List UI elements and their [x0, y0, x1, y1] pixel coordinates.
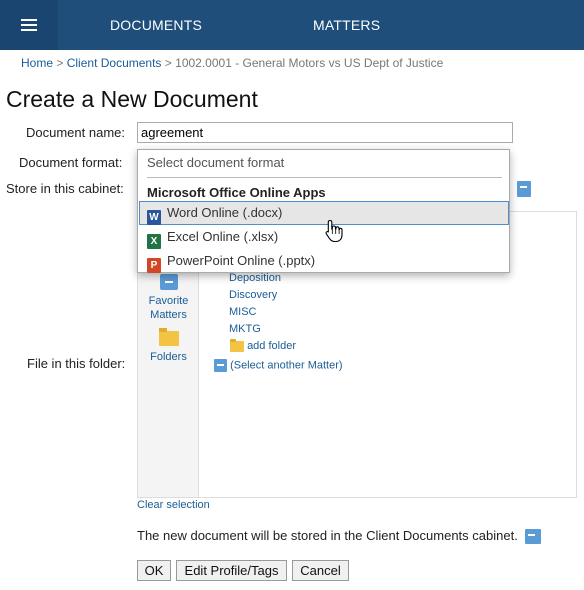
- breadcrumb: Home > Client Documents > 1002.0001 - Ge…: [21, 56, 443, 70]
- folders-button[interactable]: Folders: [138, 328, 199, 364]
- add-folder-link[interactable]: add folder: [230, 338, 296, 352]
- format-search-input[interactable]: Select document format: [147, 155, 284, 170]
- folder-icon: [158, 328, 179, 346]
- top-nav-bar: DOCUMENTS MATTERS: [0, 0, 584, 50]
- option-label: Word Online (.docx): [167, 205, 283, 220]
- select-another-matter-label: (Select another Matter): [230, 359, 343, 372]
- hamburger-menu-button[interactable]: [0, 0, 58, 50]
- option-powerpoint-online[interactable]: P PowerPoint Online (.pptx): [139, 249, 509, 273]
- option-label: Excel Online (.xlsx): [167, 229, 279, 244]
- clear-selection-link[interactable]: Clear selection: [137, 499, 210, 511]
- edit-profile-tags-button[interactable]: Edit Profile/Tags: [176, 560, 287, 581]
- ok-button[interactable]: OK: [137, 560, 171, 581]
- document-name-label: Document name:: [26, 125, 125, 140]
- tab-documents[interactable]: DOCUMENTS: [110, 0, 202, 50]
- breadcrumb-separator: >: [56, 56, 64, 70]
- document-name-input[interactable]: [137, 122, 513, 143]
- document-format-label: Document format:: [19, 155, 123, 170]
- hamburger-menu-icon: [21, 19, 37, 31]
- favorite-matters-button[interactable]: Favorite Matters: [138, 274, 199, 322]
- folder-item-mktg[interactable]: MKTG: [229, 323, 261, 335]
- folder-icon: [230, 338, 244, 352]
- divider: [147, 177, 502, 178]
- word-icon: W: [147, 210, 161, 225]
- add-folder-label: add folder: [247, 340, 296, 352]
- tab-matters[interactable]: MATTERS: [313, 0, 380, 50]
- hand-cursor-icon: [325, 219, 343, 243]
- breadcrumb-client-documents-link[interactable]: Client Documents: [67, 56, 162, 70]
- cancel-button[interactable]: Cancel: [292, 560, 349, 581]
- powerpoint-icon: P: [147, 258, 161, 273]
- folder-item-misc[interactable]: MISC: [229, 306, 257, 318]
- cabinet-icon: [525, 529, 542, 545]
- store-cabinet-label: Store in this cabinet:: [6, 181, 124, 196]
- breadcrumb-current: 1002.0001 - General Motors vs US Dept of…: [175, 56, 444, 70]
- matter-icon: [159, 274, 178, 290]
- page-title: Create a New Document: [6, 86, 258, 112]
- breadcrumb-home-link[interactable]: Home: [21, 56, 53, 70]
- matter-icon: [214, 359, 227, 372]
- file-folder-label: File in this folder:: [27, 356, 126, 371]
- folders-label: Folders: [150, 351, 187, 363]
- favorite-matters-label: Favorite Matters: [148, 295, 189, 321]
- cabinet-icon[interactable]: [517, 181, 531, 197]
- document-format-dropdown[interactable]: Select document format Microsoft Office …: [137, 149, 510, 273]
- excel-icon: X: [147, 234, 161, 249]
- storage-note: The new document will be stored in the C…: [137, 528, 542, 545]
- storage-note-text: The new document will be stored in the C…: [137, 528, 518, 543]
- folder-item-discovery[interactable]: Discovery: [229, 289, 277, 301]
- option-group-label: Microsoft Office Online Apps: [147, 185, 326, 200]
- select-another-matter-link[interactable]: (Select another Matter): [214, 359, 343, 372]
- option-label: PowerPoint Online (.pptx): [167, 253, 316, 268]
- breadcrumb-separator: >: [164, 56, 172, 70]
- folder-item-deposition[interactable]: Deposition: [229, 272, 281, 284]
